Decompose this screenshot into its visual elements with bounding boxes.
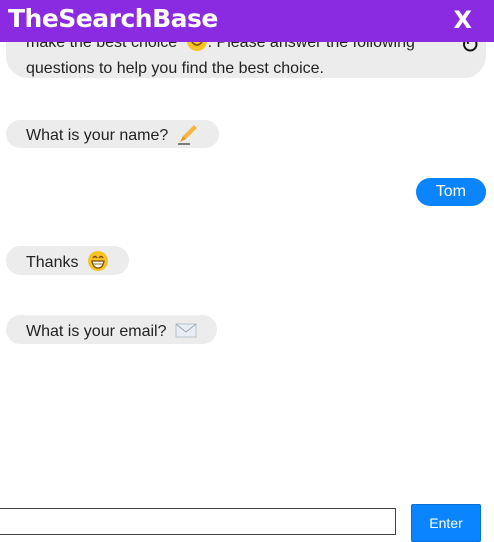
user-message-name: Tom (415, 178, 486, 206)
message-text: What is your email? (26, 323, 167, 340)
chat-header: TheSearchBase X (0, 0, 494, 42)
writing-hand-icon (177, 125, 197, 145)
smiley-icon (186, 42, 207, 51)
enter-button[interactable]: Enter (411, 504, 481, 542)
refresh-icon[interactable]: ↻ (460, 42, 480, 58)
intro-text-line2: questions to help you find the best choi… (26, 60, 324, 77)
envelope-icon (175, 323, 197, 338)
message-text: Thanks (26, 254, 79, 271)
intro-text-part1: make the best choice (26, 42, 178, 51)
chat-messages[interactable]: make the best choice . Please answer the… (0, 42, 494, 492)
bot-message-email: What is your email? (6, 315, 217, 344)
message-input[interactable] (0, 508, 396, 535)
brand-title: TheSearchBase (8, 4, 218, 33)
grinning-face-icon (87, 251, 108, 271)
close-button[interactable]: X (453, 6, 472, 34)
message-composer: Enter (0, 504, 494, 542)
intro-message: make the best choice . Please answer the… (6, 42, 486, 78)
bot-message-thanks: Thanks (6, 246, 129, 275)
intro-text-part2: . Please answer the following (207, 42, 415, 51)
message-text: What is your name? (26, 127, 169, 144)
bot-message-name: What is your name? (6, 120, 219, 148)
